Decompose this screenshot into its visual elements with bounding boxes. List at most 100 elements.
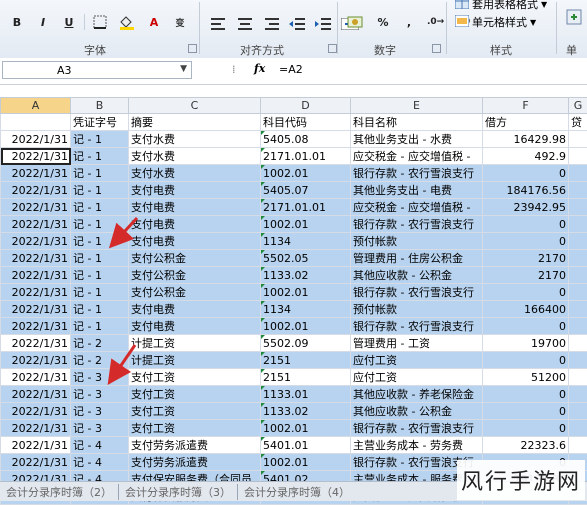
column-header-c[interactable]: C — [129, 98, 261, 114]
decrease-indent-icon[interactable] — [286, 14, 308, 34]
account-code-cell[interactable]: 1134 — [261, 301, 351, 318]
summary-cell[interactable]: 计提工资 — [129, 352, 261, 369]
debit-cell[interactable]: 0 — [483, 352, 569, 369]
debit-cell[interactable]: 0 — [483, 318, 569, 335]
date-cell[interactable]: 2022/1/31 — [1, 233, 71, 250]
date-cell[interactable]: 2022/1/31 — [1, 131, 71, 148]
voucher-cell[interactable]: 记 - 1 — [71, 301, 129, 318]
debit-cell[interactable]: 0 — [483, 386, 569, 403]
date-cell[interactable]: 2022/1/31 — [1, 454, 71, 471]
align-dialog-launcher-icon[interactable] — [328, 44, 337, 53]
account-code-cell[interactable]: 1133.01 — [261, 386, 351, 403]
summary-cell[interactable]: 支付工资 — [129, 386, 261, 403]
summary-cell[interactable]: 支付水费 — [129, 131, 261, 148]
empty-cell[interactable] — [569, 403, 587, 420]
debit-cell[interactable]: 0 — [483, 165, 569, 182]
empty-cell[interactable] — [569, 369, 587, 386]
account-name-cell[interactable]: 应交税金 - 应交增值税 - — [351, 199, 483, 216]
empty-cell[interactable] — [569, 301, 587, 318]
date-cell[interactable]: 2022/1/31 — [1, 437, 71, 454]
empty-cell[interactable] — [569, 386, 587, 403]
empty-cell[interactable] — [569, 165, 587, 182]
summary-cell[interactable]: 计提工资 — [129, 335, 261, 352]
fill-color-button[interactable] — [115, 12, 139, 32]
header-cell[interactable]: 科目代码 — [261, 114, 351, 131]
voucher-cell[interactable]: 记 - 3 — [71, 386, 129, 403]
summary-cell[interactable]: 支付电费 — [129, 301, 261, 318]
border-icon[interactable] — [89, 12, 111, 32]
formula-bar-resize-handle[interactable]: ⁞ — [232, 63, 236, 76]
voucher-cell[interactable]: 记 - 2 — [71, 335, 129, 352]
date-cell[interactable]: 2022/1/31 — [1, 386, 71, 403]
voucher-cell[interactable]: 记 - 3 — [71, 403, 129, 420]
summary-cell[interactable]: 支付劳务派遣费 — [129, 437, 261, 454]
account-code-cell[interactable]: 5405.07 — [261, 182, 351, 199]
account-name-cell[interactable]: 应付工资 — [351, 369, 483, 386]
voucher-cell[interactable]: 记 - 1 — [71, 233, 129, 250]
underline-button[interactable]: U — [58, 12, 80, 32]
account-code-cell[interactable]: 1002.01 — [261, 284, 351, 301]
voucher-cell[interactable]: 记 - 4 — [71, 437, 129, 454]
account-name-cell[interactable]: 管理费用 - 工资 — [351, 335, 483, 352]
date-cell[interactable]: 2022/1/31 — [1, 267, 71, 284]
column-header-f[interactable]: F — [483, 98, 569, 114]
currency-icon[interactable] — [344, 12, 368, 32]
account-name-cell[interactable]: 银行存款 - 农行雪浪支行 — [351, 165, 483, 182]
date-cell[interactable]: 2022/1/31 — [1, 250, 71, 267]
debit-cell[interactable]: 22323.6 — [483, 437, 569, 454]
date-cell[interactable]: 2022/1/31 — [1, 369, 71, 386]
account-code-cell[interactable]: 1002.01 — [261, 454, 351, 471]
account-code-cell[interactable]: 2171.01.01 — [261, 199, 351, 216]
voucher-cell[interactable]: 记 - 1 — [71, 199, 129, 216]
date-cell[interactable]: 2022/1/31 — [1, 318, 71, 335]
sheet-tab[interactable]: 会计分录序时簿（3） — [118, 484, 237, 500]
column-header-e[interactable]: E — [351, 98, 483, 114]
date-cell[interactable]: 2022/1/31 — [1, 182, 71, 199]
debit-cell[interactable]: 492.9 — [483, 148, 569, 165]
summary-cell[interactable]: 支付工资 — [129, 403, 261, 420]
debit-cell[interactable]: 184176.56 — [483, 182, 569, 199]
cells-insert-icon[interactable] — [565, 8, 583, 29]
account-name-cell[interactable]: 银行存款 - 农行雪浪支行 — [351, 318, 483, 335]
debit-cell[interactable]: 166400 — [483, 301, 569, 318]
account-name-cell[interactable]: 预付帐款 — [351, 233, 483, 250]
increase-decimal-icon[interactable]: .0→ — [424, 12, 447, 32]
comma-button[interactable]: , — [398, 12, 420, 32]
empty-cell[interactable] — [569, 437, 587, 454]
summary-cell[interactable]: 支付工资 — [129, 420, 261, 437]
account-code-cell[interactable]: 1002.01 — [261, 216, 351, 233]
header-cell[interactable]: 凭证字号 — [71, 114, 129, 131]
account-name-cell[interactable]: 应付工资 — [351, 352, 483, 369]
account-name-cell[interactable]: 银行存款 - 农行雪浪支行 — [351, 420, 483, 437]
voucher-cell[interactable]: 记 - 1 — [71, 216, 129, 233]
debit-cell[interactable]: 2170 — [483, 267, 569, 284]
empty-cell[interactable] — [569, 131, 587, 148]
date-cell[interactable]: 2022/1/31 — [1, 335, 71, 352]
voucher-cell[interactable]: 记 - 1 — [71, 165, 129, 182]
account-code-cell[interactable]: 5502.05 — [261, 250, 351, 267]
voucher-cell[interactable]: 记 - 1 — [71, 284, 129, 301]
empty-cell[interactable] — [569, 148, 587, 165]
date-cell[interactable]: 2022/1/31 — [1, 301, 71, 318]
account-name-cell[interactable]: 其他应收款 - 公积金 — [351, 267, 483, 284]
account-code-cell[interactable]: 1002.01 — [261, 318, 351, 335]
account-code-cell[interactable]: 1002.01 — [261, 165, 351, 182]
summary-cell[interactable]: 支付水费 — [129, 148, 261, 165]
debit-cell[interactable]: 0 — [483, 284, 569, 301]
phonetic-button[interactable]: 变 — [169, 12, 191, 32]
debit-cell[interactable]: 16429.98 — [483, 131, 569, 148]
empty-cell[interactable] — [569, 250, 587, 267]
align-right-icon[interactable] — [260, 14, 282, 34]
summary-cell[interactable]: 支付公积金 — [129, 267, 261, 284]
sheet-tab[interactable]: 会计分录序时簿（4） — [237, 484, 356, 500]
summary-cell[interactable]: 支付电费 — [129, 182, 261, 199]
account-code-cell[interactable]: 5405.08 — [261, 131, 351, 148]
summary-cell[interactable]: 支付电费 — [129, 199, 261, 216]
empty-cell[interactable] — [569, 267, 587, 284]
name-box[interactable]: A3 ▼ — [2, 61, 192, 79]
empty-cell[interactable] — [569, 318, 587, 335]
account-code-cell[interactable]: 1134 — [261, 233, 351, 250]
header-cell[interactable]: 摘要 — [129, 114, 261, 131]
account-name-cell[interactable]: 银行存款 - 农行雪浪支行 — [351, 284, 483, 301]
header-cell[interactable]: 借方 — [483, 114, 569, 131]
